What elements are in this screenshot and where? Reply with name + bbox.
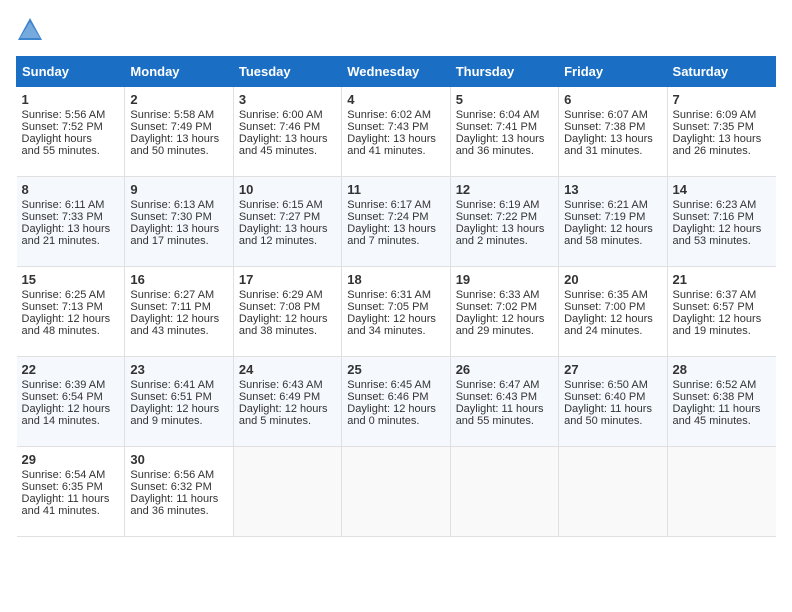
- logo-icon: [16, 16, 44, 44]
- header-thursday: Thursday: [450, 57, 558, 87]
- calendar-cell-w1-0: 8Sunrise: 6:11 AMSunset: 7:33 PMDaylight…: [17, 177, 125, 267]
- page-header: [16, 16, 776, 44]
- calendar-cell-w4-3: [342, 447, 450, 537]
- calendar-cell-w4-1: 30Sunrise: 6:56 AMSunset: 6:32 PMDayligh…: [125, 447, 233, 537]
- calendar-cell-w4-0: 29Sunrise: 6:54 AMSunset: 6:35 PMDayligh…: [17, 447, 125, 537]
- calendar-table: SundayMondayTuesdayWednesdayThursdayFrid…: [16, 56, 776, 537]
- calendar-cell-w1-5: 13Sunrise: 6:21 AMSunset: 7:19 PMDayligh…: [559, 177, 667, 267]
- header-saturday: Saturday: [667, 57, 775, 87]
- header-sunday: Sunday: [17, 57, 125, 87]
- calendar-cell-w3-0: 22Sunrise: 6:39 AMSunset: 6:54 PMDayligh…: [17, 357, 125, 447]
- calendar-cell-week0-5: 6Sunrise: 6:07 AMSunset: 7:38 PMDaylight…: [559, 87, 667, 177]
- calendar-cell-1: 1Sunrise: 5:56 AMSunset: 7:52 PMDaylight…: [17, 87, 125, 177]
- logo: [16, 16, 46, 44]
- header-friday: Friday: [559, 57, 667, 87]
- calendar-cell-w3-5: 27Sunrise: 6:50 AMSunset: 6:40 PMDayligh…: [559, 357, 667, 447]
- calendar-cell-w2-3: 18Sunrise: 6:31 AMSunset: 7:05 PMDayligh…: [342, 267, 450, 357]
- calendar-cell-w4-2: [233, 447, 341, 537]
- calendar-cell-w2-2: 17Sunrise: 6:29 AMSunset: 7:08 PMDayligh…: [233, 267, 341, 357]
- calendar-cell-w1-4: 12Sunrise: 6:19 AMSunset: 7:22 PMDayligh…: [450, 177, 558, 267]
- calendar-cell-w3-4: 26Sunrise: 6:47 AMSunset: 6:43 PMDayligh…: [450, 357, 558, 447]
- calendar-week-1: 8Sunrise: 6:11 AMSunset: 7:33 PMDaylight…: [17, 177, 776, 267]
- calendar-cell-w1-2: 10Sunrise: 6:15 AMSunset: 7:27 PMDayligh…: [233, 177, 341, 267]
- calendar-cell-w4-6: [667, 447, 775, 537]
- calendar-cell-w4-4: [450, 447, 558, 537]
- calendar-cell-w2-5: 20Sunrise: 6:35 AMSunset: 7:00 PMDayligh…: [559, 267, 667, 357]
- calendar-cell-w3-2: 24Sunrise: 6:43 AMSunset: 6:49 PMDayligh…: [233, 357, 341, 447]
- calendar-week-4: 29Sunrise: 6:54 AMSunset: 6:35 PMDayligh…: [17, 447, 776, 537]
- calendar-cell-week0-3: 4Sunrise: 6:02 AMSunset: 7:43 PMDaylight…: [342, 87, 450, 177]
- header-monday: Monday: [125, 57, 233, 87]
- calendar-cell-w2-1: 16Sunrise: 6:27 AMSunset: 7:11 PMDayligh…: [125, 267, 233, 357]
- calendar-cell-week0-6: 7Sunrise: 6:09 AMSunset: 7:35 PMDaylight…: [667, 87, 775, 177]
- calendar-cell-w2-6: 21Sunrise: 6:37 AMSunset: 6:57 PMDayligh…: [667, 267, 775, 357]
- header-wednesday: Wednesday: [342, 57, 450, 87]
- calendar-cell-w1-6: 14Sunrise: 6:23 AMSunset: 7:16 PMDayligh…: [667, 177, 775, 267]
- calendar-cell-w1-3: 11Sunrise: 6:17 AMSunset: 7:24 PMDayligh…: [342, 177, 450, 267]
- calendar-cell-w3-3: 25Sunrise: 6:45 AMSunset: 6:46 PMDayligh…: [342, 357, 450, 447]
- header-tuesday: Tuesday: [233, 57, 341, 87]
- calendar-cell-w3-1: 23Sunrise: 6:41 AMSunset: 6:51 PMDayligh…: [125, 357, 233, 447]
- calendar-cell-week0-1: 2Sunrise: 5:58 AMSunset: 7:49 PMDaylight…: [125, 87, 233, 177]
- calendar-week-2: 15Sunrise: 6:25 AMSunset: 7:13 PMDayligh…: [17, 267, 776, 357]
- calendar-cell-week0-4: 5Sunrise: 6:04 AMSunset: 7:41 PMDaylight…: [450, 87, 558, 177]
- calendar-week-3: 22Sunrise: 6:39 AMSunset: 6:54 PMDayligh…: [17, 357, 776, 447]
- calendar-cell-w2-4: 19Sunrise: 6:33 AMSunset: 7:02 PMDayligh…: [450, 267, 558, 357]
- calendar-header-row: SundayMondayTuesdayWednesdayThursdayFrid…: [17, 57, 776, 87]
- calendar-cell-w2-0: 15Sunrise: 6:25 AMSunset: 7:13 PMDayligh…: [17, 267, 125, 357]
- calendar-cell-w1-1: 9Sunrise: 6:13 AMSunset: 7:30 PMDaylight…: [125, 177, 233, 267]
- calendar-cell-w3-6: 28Sunrise: 6:52 AMSunset: 6:38 PMDayligh…: [667, 357, 775, 447]
- calendar-week-0: 1Sunrise: 5:56 AMSunset: 7:52 PMDaylight…: [17, 87, 776, 177]
- calendar-cell-week0-2: 3Sunrise: 6:00 AMSunset: 7:46 PMDaylight…: [233, 87, 341, 177]
- calendar-cell-w4-5: [559, 447, 667, 537]
